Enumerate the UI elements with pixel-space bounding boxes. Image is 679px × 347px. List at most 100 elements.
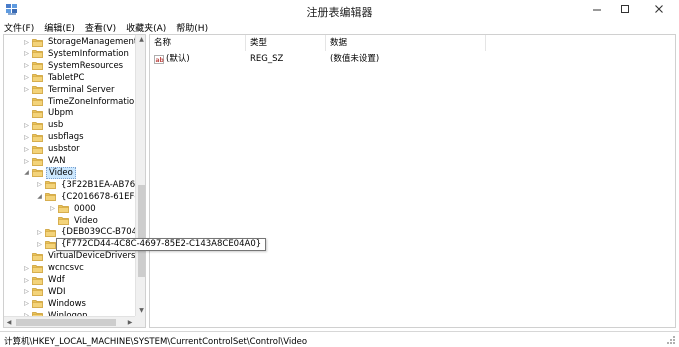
tree-item-label: Wdf [48, 275, 65, 285]
tree-vertical-scroll-thumb[interactable] [138, 185, 145, 277]
tree-item[interactable]: TimeZoneInformation [22, 96, 142, 108]
menu-edit[interactable]: 编辑(E) [44, 21, 75, 34]
folder-icon [32, 264, 43, 273]
svg-text:ab: ab [156, 57, 165, 64]
tree-item[interactable]: ▷ {DEB039CC-B704-4F [35, 226, 145, 238]
folder-icon [32, 299, 43, 309]
tree-horizontal-scrollbar[interactable]: ◀ ▶ [4, 316, 135, 327]
value-data: (数值未设置) [330, 54, 380, 64]
folder-icon [32, 145, 43, 154]
tree-item[interactable]: ▷ usbstor [22, 143, 82, 155]
expand-arrow-icon[interactable]: ▷ [35, 229, 44, 236]
tree-item[interactable]: ◢ Video [22, 166, 76, 179]
tree-item[interactable]: ▷ WDI [22, 286, 67, 298]
tree-item-label: StorageManagement [48, 37, 138, 47]
list-row[interactable]: ab (默认) REG_SZ (数值未设置) [150, 53, 675, 66]
menu-favorites[interactable]: 收藏夹(A) [126, 21, 166, 34]
tree-horizontal-scroll-thumb[interactable] [16, 319, 116, 326]
tree-item[interactable]: Video [48, 215, 100, 227]
scroll-up-icon[interactable]: ▲ [136, 35, 145, 45]
collapse-arrow-icon[interactable]: ◢ [22, 169, 31, 176]
menu-help[interactable]: 帮助(H) [176, 21, 208, 34]
column-header-name[interactable]: 名称 [150, 35, 246, 51]
expand-arrow-icon[interactable]: ▷ [22, 265, 31, 272]
status-bar: 计算机\HKEY_LOCAL_MACHINE\SYSTEM\CurrentCon… [0, 331, 679, 347]
tree-item[interactable]: ▷ VAN [22, 155, 67, 167]
list-header: 名称 类型 数据 [150, 35, 675, 51]
close-button[interactable] [639, 0, 679, 18]
menu-bar: 文件(F) 编辑(E) 查看(V) 收藏夹(A) 帮助(H) [0, 20, 679, 34]
scroll-down-icon[interactable]: ▼ [136, 306, 145, 316]
tree-item[interactable]: ◢ {C2016678-61EF-4A [35, 191, 146, 203]
expand-arrow-icon[interactable]: ▷ [22, 122, 31, 129]
column-header-data[interactable]: 数据 [326, 35, 486, 51]
folder-icon [32, 97, 43, 106]
tree-item[interactable]: ▷ 0000 [48, 203, 98, 215]
tree-item[interactable]: ▷ wcncsvc [22, 262, 86, 274]
resize-grip-icon[interactable] [666, 335, 676, 345]
scroll-left-icon[interactable]: ◀ [4, 317, 14, 327]
tree-item-label: Video [74, 215, 98, 226]
maximize-button[interactable] [611, 0, 639, 18]
window-title: 注册表编辑器 [306, 6, 373, 19]
tree-item-label: Video [46, 166, 76, 179]
status-key-path: 计算机\HKEY_LOCAL_MACHINE\SYSTEM\CurrentCon… [4, 337, 308, 347]
tree-item[interactable]: ▷ {3F22B1EA-AB76-49 [35, 179, 145, 191]
tree-item-label: 0000 [74, 203, 96, 214]
tree-item-label: Windows [48, 298, 86, 309]
folder-icon [58, 216, 69, 225]
tree-item-label: SystemResources [48, 60, 124, 71]
tree-item-label: Terminal Server [48, 84, 115, 95]
tree-item-label: {C2016678-61EF-4A [61, 191, 146, 202]
expand-arrow-icon[interactable]: ▷ [22, 158, 31, 165]
expand-arrow-icon[interactable]: ▷ [22, 146, 31, 153]
folder-icon [32, 121, 43, 130]
tree-item[interactable]: Ubpm [22, 107, 75, 119]
tree-item[interactable]: ▷ StorageManagement [22, 36, 139, 48]
folder-icon [32, 252, 43, 261]
expand-arrow-icon[interactable]: ▷ [35, 181, 44, 188]
menu-view[interactable]: 查看(V) [85, 21, 116, 34]
expand-arrow-icon[interactable]: ▷ [22, 74, 31, 81]
folder-icon [32, 73, 43, 83]
tree-item[interactable]: ▷ SystemResources [22, 60, 125, 72]
tree-item-label: wcncsvc [48, 263, 84, 274]
tree-item-label: usbstor [48, 144, 80, 155]
expand-arrow-icon[interactable]: ▷ [22, 288, 31, 295]
tree-item[interactable]: ▷ usbflags [22, 131, 86, 143]
minimize-button[interactable] [583, 0, 611, 18]
menu-file[interactable]: 文件(F) [4, 21, 34, 34]
expand-arrow-icon[interactable]: ▷ [22, 50, 31, 57]
tree-vertical-scrollbar[interactable]: ▲ ▼ [135, 35, 145, 316]
expand-arrow-icon[interactable]: ▷ [35, 241, 44, 248]
registry-key-tree[interactable]: ▷ StorageManagement ▷ SystemInformation ▷ Sys… [3, 34, 146, 328]
tree-item[interactable]: ▷ usb [22, 119, 65, 131]
folder-icon [32, 276, 43, 285]
tree-item[interactable]: ▷ TabletPC [22, 72, 86, 84]
folder-icon [32, 38, 43, 47]
expand-arrow-icon[interactable]: ▷ [22, 277, 31, 284]
expand-arrow-icon[interactable]: ▷ [48, 205, 57, 212]
tree-item[interactable]: VirtualDeviceDrivers [22, 250, 137, 262]
column-header-type[interactable]: 类型 [246, 35, 326, 51]
tree-item[interactable]: ▷ Windows [22, 298, 88, 310]
tree-item[interactable]: ▷ Wdf [22, 274, 67, 286]
maximize-icon [621, 5, 629, 13]
scroll-right-icon[interactable]: ▶ [125, 317, 135, 327]
tree-item[interactable]: ▷ Terminal Server [22, 84, 117, 96]
registry-value-list[interactable]: 名称 类型 数据 ab (默认) REG_SZ (数值未设置) [149, 34, 676, 328]
value-type: REG_SZ [250, 54, 284, 64]
folder-icon [45, 228, 56, 237]
tree-item[interactable]: ▷ SystemInformation [22, 48, 131, 60]
tree-item-label: Ubpm [48, 108, 74, 119]
folder-icon [32, 49, 43, 59]
expand-arrow-icon[interactable]: ▷ [22, 86, 31, 93]
scrollbar-corner [135, 316, 145, 327]
collapse-arrow-icon[interactable]: ◢ [35, 193, 44, 200]
expand-arrow-icon[interactable]: ▷ [22, 39, 31, 46]
expand-arrow-icon[interactable]: ▷ [22, 134, 31, 141]
expand-arrow-icon[interactable]: ▷ [22, 62, 31, 69]
key-name-tooltip: {F772CD44-4C8C-4697-85E2-C143A8CE04A0} [56, 238, 267, 251]
folder-icon [45, 180, 56, 190]
expand-arrow-icon[interactable]: ▷ [22, 300, 31, 307]
